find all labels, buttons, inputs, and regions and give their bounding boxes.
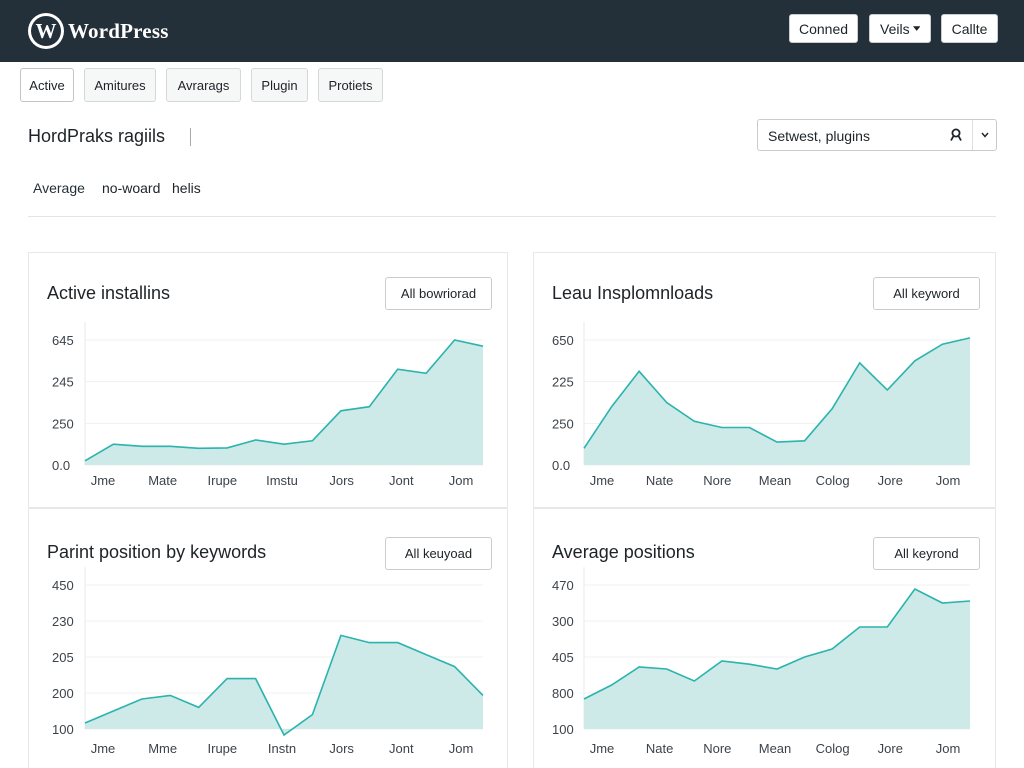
x-tick-label: Mate xyxy=(148,473,177,488)
x-tick-label: Nate xyxy=(646,741,673,756)
y-tick-label: 800 xyxy=(552,686,574,701)
y-tick-label: 645 xyxy=(52,333,74,348)
x-tick-label: Jom xyxy=(936,741,961,756)
chart-panel-keyword-position: Parint position by keywords All keuyoad … xyxy=(28,508,508,768)
y-tick-label: 230 xyxy=(52,614,74,629)
section-divider xyxy=(28,216,996,217)
area-fill xyxy=(584,589,970,729)
x-tick-label: Colog xyxy=(816,473,850,488)
x-tick-label: Instn xyxy=(268,741,296,756)
title-divider xyxy=(190,128,191,146)
x-tick-label: Mean xyxy=(759,741,792,756)
x-tick-label: Nate xyxy=(646,473,673,488)
y-tick-label: 450 xyxy=(52,578,74,593)
y-tick-label: 100 xyxy=(552,722,574,737)
average-positions-chart: 100 800 405 300 470 Jme Nate Nore Mean Colog Jore J… xyxy=(552,567,971,756)
x-tick-label: Jors xyxy=(329,473,354,488)
x-tick-label: Irupe xyxy=(208,741,238,756)
plugin-search[interactable]: Setwest, plugins xyxy=(757,119,997,151)
tab-plugin[interactable]: Plugin xyxy=(251,68,308,102)
keyword-position-chart: 100 200 205 230 450 Jme Mme Irupe Instn Jors Jont J… xyxy=(52,567,484,756)
x-tick-label: Imstu xyxy=(266,473,298,488)
y-tick-label: 250 xyxy=(552,416,574,431)
wordpress-logo-text: WordPress xyxy=(68,18,169,43)
y-tick-label: 0.0 xyxy=(52,458,70,473)
y-tick-label: 245 xyxy=(52,375,74,390)
x-tick-label: Jme xyxy=(91,741,116,756)
subtab-no-woard[interactable]: no-woard xyxy=(102,180,160,196)
x-tick-label: Mean xyxy=(759,473,792,488)
x-tick-label: Nore xyxy=(703,473,731,488)
y-tick-label: 225 xyxy=(552,375,574,390)
x-tick-label: Jont xyxy=(389,741,414,756)
chart-panel-downloads: Leau Insplomnloads All keyword 0.0 250 225… xyxy=(533,252,996,508)
x-tick-label: Colog xyxy=(816,741,850,756)
y-tick-label: 405 xyxy=(552,650,574,665)
x-tick-label: Jom xyxy=(449,741,474,756)
search-divider xyxy=(972,120,973,150)
chart-panel-active-installs: Active installins All bowriorad 0.0 250 24… xyxy=(28,252,508,508)
y-tick-label: 650 xyxy=(552,333,574,348)
x-tick-label: Jme xyxy=(590,741,615,756)
subtab-average[interactable]: Average xyxy=(33,180,85,196)
tab-protiets[interactable]: Protiets xyxy=(318,68,383,102)
x-tick-label: Mme xyxy=(148,741,177,756)
y-tick-label: 470 xyxy=(552,578,574,593)
wordpress-logo-icon: W xyxy=(28,13,64,49)
downloads-chart: 0.0 250 225 650 Jme Nate Nore Mean Colog Jore Jom xyxy=(552,322,971,488)
chevron-down-icon[interactable] xyxy=(978,129,992,141)
x-tick-label: Nore xyxy=(703,741,731,756)
x-tick-label: Jom xyxy=(449,473,474,488)
page-title: HordPraks ragiils xyxy=(28,126,166,146)
y-tick-label: 300 xyxy=(552,614,574,629)
subtab-helis[interactable]: helis xyxy=(172,180,201,196)
tab-avrarags[interactable]: Avrarags xyxy=(166,68,241,102)
wordpress-logo[interactable]: W WordPress xyxy=(28,13,169,49)
chart-panel-average-positions: Average positions All keyrond 100 800 405 3… xyxy=(533,508,996,768)
top-bar: W WordPress Conned Veils Callte xyxy=(0,0,1024,62)
x-tick-label: Irupe xyxy=(208,473,238,488)
active-installs-chart: 0.0 250 245 645 Jme Mate Irupe Imstu Jors Jont Jom xyxy=(52,322,484,488)
y-tick-label: 100 xyxy=(52,722,74,737)
x-tick-label: Jme xyxy=(91,473,116,488)
x-tick-label: Jont xyxy=(389,473,414,488)
x-tick-label: Jore xyxy=(878,741,903,756)
header-button-callte[interactable]: Callte xyxy=(941,14,998,43)
y-tick-label: 250 xyxy=(52,416,74,431)
x-tick-label: Jme xyxy=(590,473,615,488)
y-tick-label: 205 xyxy=(52,650,74,665)
caret-down-icon xyxy=(912,25,920,31)
header-dropdown-veils[interactable]: Veils xyxy=(869,14,931,43)
area-fill xyxy=(85,635,483,735)
area-fill xyxy=(584,337,970,465)
search-icon[interactable] xyxy=(950,128,964,142)
tab-active[interactable]: Active xyxy=(20,68,74,102)
search-input[interactable]: Setwest, plugins xyxy=(768,128,870,144)
y-tick-label: 200 xyxy=(52,686,74,701)
x-tick-label: Jom xyxy=(936,473,961,488)
wordpress-logo-letter: W xyxy=(31,16,61,46)
x-tick-label: Jors xyxy=(329,741,354,756)
x-tick-label: Jore xyxy=(878,473,903,488)
header-dropdown-label: Veils xyxy=(880,20,910,37)
tab-amitures[interactable]: Amitures xyxy=(84,68,156,102)
header-button-conned[interactable]: Conned xyxy=(789,14,858,43)
y-tick-label: 0.0 xyxy=(552,458,570,473)
